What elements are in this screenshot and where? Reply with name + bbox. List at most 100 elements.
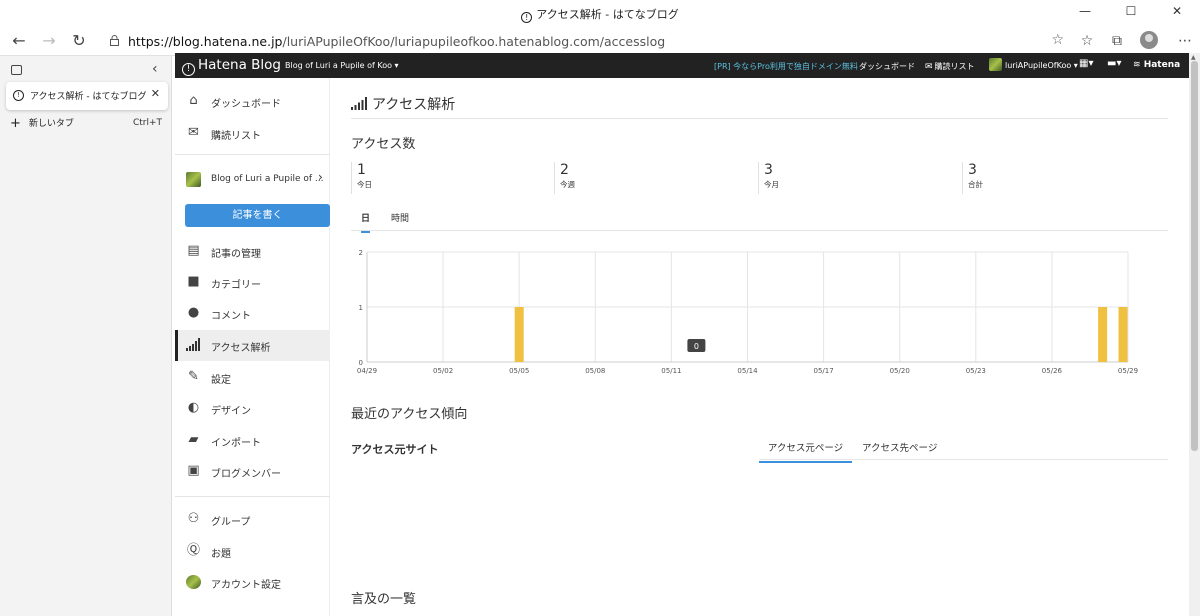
more-menu-icon[interactable]: ⋯ xyxy=(1174,31,1196,51)
sidebar-item-members[interactable]: ▣ ブログメンバー xyxy=(175,456,330,487)
y-tick-label: 2 xyxy=(359,249,363,257)
collapse-panel-icon[interactable]: ‹ xyxy=(152,61,158,77)
new-tab-shortcut: Ctrl+T xyxy=(132,118,162,128)
new-tab-label: 新しいタブ xyxy=(28,119,74,129)
main-content: アクセス解析 アクセス数 1 今日 2 今週 3 今月 3 合計 日 時間 0 1… xyxy=(331,78,1189,616)
envelope-icon: ✉ xyxy=(188,125,199,140)
sidebar-item-account[interactable]: アカウント設定 xyxy=(175,567,330,598)
tab-day[interactable]: 日 xyxy=(361,211,371,233)
x-tick-label: 05/11 xyxy=(661,367,681,375)
blog-thumbnail xyxy=(186,172,201,187)
title-divider xyxy=(351,118,1168,119)
user-menu[interactable]: luriAPupileOfKoo ▾ xyxy=(1005,61,1078,70)
x-tick-label: 05/14 xyxy=(737,367,758,375)
sidebar-item-categories[interactable]: ■ カテゴリー xyxy=(175,267,330,298)
pro-promo-link[interactable]: [PR] 今ならPro利用で独自ドメイン無料 xyxy=(714,61,858,72)
x-tick-label: 04/29 xyxy=(357,367,377,375)
maximize-button[interactable]: ☐ xyxy=(1108,0,1154,26)
mentions-heading: 言及の一覧 xyxy=(351,592,417,607)
tab-target-page[interactable]: アクセス先ページ xyxy=(862,440,937,454)
chevron-right-icon: › xyxy=(318,170,323,184)
favorite-star-icon[interactable]: ☆ xyxy=(1051,32,1064,48)
sidebar-divider xyxy=(175,154,330,155)
sidebar-item-comments[interactable]: ● コメント xyxy=(175,298,330,329)
sidebar-item-import[interactable]: ▰ インポート xyxy=(175,425,330,456)
blog-name: Blog of Luri a Pupile of ... xyxy=(211,174,324,184)
sidebar-item-label: ブログメンバー xyxy=(211,469,281,480)
address-bar[interactable]: https://blog.hatena.ne.jp/luriAPupileOfK… xyxy=(100,29,1072,53)
bar xyxy=(1098,307,1108,362)
sidebar-item-design[interactable]: ◐ デザイン xyxy=(175,393,330,424)
stat-label: 今週 xyxy=(560,180,575,189)
x-tick-label: 05/29 xyxy=(1118,367,1138,375)
favorites-list-icon[interactable]: ☆ xyxy=(1076,31,1098,51)
tab-referrer-page[interactable]: アクセス元ページ xyxy=(759,440,852,463)
access-bar-chart: 0 1 2 04/29 05/02 05/05 05/08 05/11 05/14 05/17 05… xyxy=(357,249,1138,375)
sidebar-item-label: デザイン xyxy=(211,406,251,417)
hatena-blog-logo[interactable]: ! Hatena Blog xyxy=(182,57,281,76)
stat-label: 合計 xyxy=(968,180,983,189)
sidebar-item-group[interactable]: ⚇ グループ xyxy=(175,504,330,535)
header-subscriptions-link[interactable]: ✉ 購読リスト xyxy=(925,61,975,72)
sidebar-item-label: コメント xyxy=(211,311,251,322)
minimize-button[interactable]: — xyxy=(1062,0,1108,26)
tab-actions-icon[interactable] xyxy=(11,65,22,75)
forward-icon[interactable]: → xyxy=(39,31,59,51)
sidebar-item-label: ダッシュボード xyxy=(211,99,281,110)
back-icon[interactable]: ← xyxy=(9,31,29,51)
close-button[interactable]: ✕ xyxy=(1154,0,1200,26)
profile-avatar-icon[interactable] xyxy=(1140,31,1158,49)
lock-icon[interactable] xyxy=(110,35,119,46)
stat-today: 1 今日 xyxy=(351,162,551,194)
wifi-icon: ≋ xyxy=(1133,60,1141,70)
hatena-favicon-icon: ! xyxy=(521,12,533,23)
write-article-button[interactable]: 記事を書く xyxy=(185,204,330,227)
blog-selector[interactable]: Blog of Luri a Pupile of Koo ▾ xyxy=(285,61,399,70)
x-tick-label: 05/02 xyxy=(433,367,453,375)
url-text[interactable]: https://blog.hatena.ne.jp/luriAPupileOfK… xyxy=(128,34,665,49)
notifications-icon[interactable]: ▬▾ xyxy=(1107,58,1121,69)
page-scrollbar[interactable]: ▲ xyxy=(1189,53,1200,616)
y-tick-label: 0 xyxy=(359,359,363,367)
access-count-heading: アクセス数 xyxy=(351,137,416,152)
header-dashboard-link[interactable]: ダッシュボード xyxy=(859,61,915,72)
collections-icon[interactable]: ⧉ xyxy=(1106,31,1128,51)
palette-icon: ◐ xyxy=(187,400,200,415)
document-icon: ▤ xyxy=(187,243,200,258)
sidebar-item-odai[interactable]: Ⓠ お題 xyxy=(175,536,330,567)
user-avatar[interactable] xyxy=(989,58,1002,71)
page-title-text: アクセス解析 xyxy=(372,97,456,113)
sidebar-item-access-log[interactable]: アクセス解析 xyxy=(175,330,330,361)
sidebar-item-articles[interactable]: ▤ 記事の管理 xyxy=(175,236,330,267)
stat-label: 今日 xyxy=(357,180,372,189)
hatena-link[interactable]: ≋ Hatena xyxy=(1133,60,1180,70)
scrollbar-thumb[interactable] xyxy=(1191,61,1198,451)
referrer-site-heading: アクセス元サイト xyxy=(351,443,439,456)
scroll-up-icon[interactable]: ▲ xyxy=(1191,54,1196,61)
stat-value: 3 xyxy=(968,162,977,178)
sidebar-item-label: アクセス解析 xyxy=(211,343,271,354)
browser-toolbar: ← → ↻ https://blog.hatena.ne.jp/luriAPup… xyxy=(0,26,1200,56)
reload-icon[interactable]: ↻ xyxy=(69,31,89,51)
sidebar-item-settings[interactable]: ✎ 設定 xyxy=(175,362,330,393)
account-avatar-icon xyxy=(186,575,201,589)
new-tab-button[interactable]: + 新しいタブ Ctrl+T xyxy=(10,116,162,131)
trend-heading: 最近のアクセス傾向 xyxy=(351,407,468,422)
tab-access-log[interactable]: ! アクセス解析 - はてなブログ ✕ xyxy=(6,82,168,110)
hatena-favicon-icon: ! xyxy=(13,90,24,101)
page-title: アクセス解析 xyxy=(351,94,455,114)
sidebar-blog-selector[interactable]: Blog of Luri a Pupile of ... › xyxy=(175,164,330,195)
wrench-icon: ✎ xyxy=(188,369,199,384)
tab-hour[interactable]: 時間 xyxy=(391,211,409,224)
close-tab-icon[interactable]: ✕ xyxy=(151,87,160,100)
sidebar-item-label: カテゴリー xyxy=(211,280,261,291)
tooltip-value: 0 xyxy=(694,342,699,351)
left-sidebar: ⌂ ダッシュボード ✉ 購読リスト Blog of Luri a Pupile … xyxy=(175,78,330,616)
apps-grid-icon[interactable]: ▦▾ xyxy=(1079,58,1093,69)
sidebar-item-label: グループ xyxy=(211,517,251,528)
sidebar-item-label: 購読リスト xyxy=(211,131,261,142)
y-tick-label: 1 xyxy=(359,304,363,312)
sidebar-item-subscriptions[interactable]: ✉ 購読リスト xyxy=(175,118,330,149)
sidebar-item-dashboard[interactable]: ⌂ ダッシュボード xyxy=(175,86,330,117)
hatena-label: Hatena xyxy=(1143,60,1181,70)
